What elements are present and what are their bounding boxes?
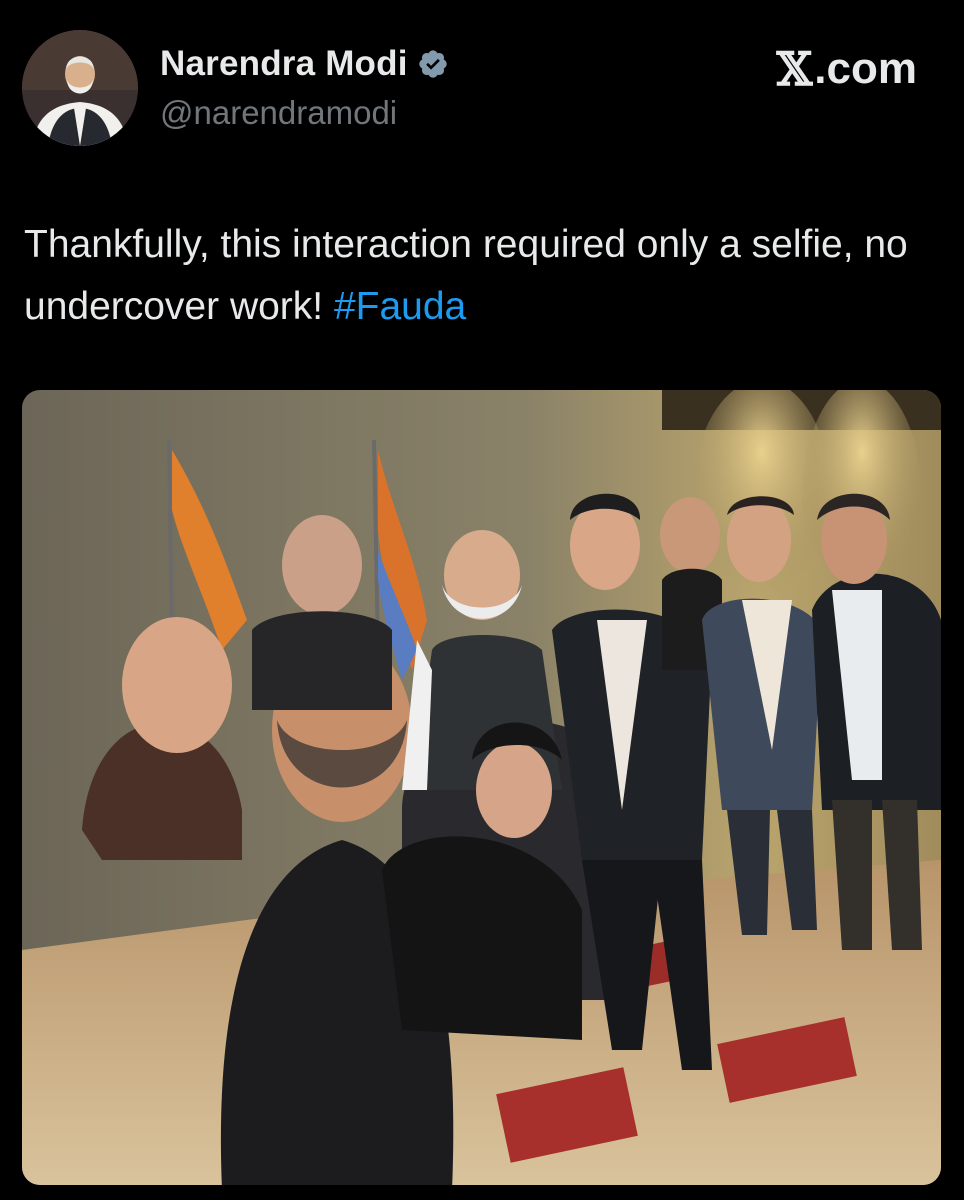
post-photo[interactable]: [22, 390, 941, 1185]
brand-suffix: .com: [814, 44, 917, 93]
hashtag-link[interactable]: #Fauda: [334, 285, 466, 328]
x-logo: 𝕏 .com: [777, 42, 917, 96]
avatar-image: [22, 30, 138, 146]
post-text: Thankfully, this interaction required on…: [24, 214, 924, 338]
verified-badge-icon: [417, 48, 449, 80]
display-name[interactable]: Narendra Modi: [160, 44, 408, 84]
user-handle[interactable]: @narendramodi: [160, 94, 397, 132]
post-header: Narendra Modi @narendramodi 𝕏 .com: [0, 0, 964, 170]
group-selfie-photo: [22, 390, 941, 1185]
x-icon: 𝕏: [776, 42, 813, 96]
avatar[interactable]: [22, 30, 138, 146]
